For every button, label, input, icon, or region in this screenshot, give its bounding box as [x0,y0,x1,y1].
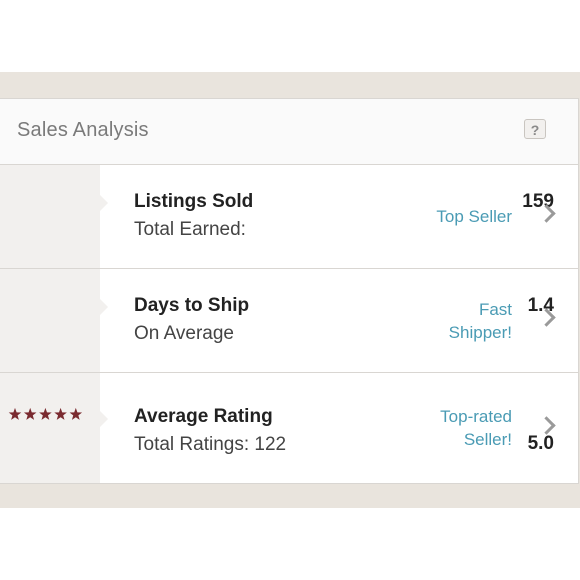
row-title: Average Rating [134,406,273,427]
page-title: Sales Analysis [17,119,149,141]
star-icon [39,407,52,420]
chevron-right-icon[interactable] [537,416,556,435]
average-rating-row[interactable]: 5.0 Average Rating Total Ratings: 122 To… [0,373,578,484]
star-icon [69,407,83,420]
badge-line: Top-rated [440,407,512,426]
row-subtitle: Total Ratings: 122 [134,434,287,455]
stat-notch [100,411,108,427]
star-rating [8,407,83,420]
stat-notch [100,299,108,315]
average-rating-value: 5.0 [527,433,554,454]
top-seller-badge[interactable]: Top Seller [436,205,512,228]
days-to-ship-row[interactable]: 1.4 Days to Ship On Average Fast Shipper… [0,269,578,373]
stat-notch [100,195,108,211]
listings-sold-row[interactable]: 159 Listings Sold Total Earned: Top Sell… [0,165,578,269]
star-icon [23,407,37,420]
star-icon [8,407,22,420]
row-subtitle: On Average [134,323,235,344]
fast-shipper-badge[interactable]: Fast Shipper! [449,298,512,344]
card-header: Sales Analysis ? [0,99,578,165]
stat-column [0,269,100,372]
sales-analysis-card: Sales Analysis ? 159 Listings Sold Total… [0,98,579,484]
row-subtitle: Total Earned: [134,219,246,240]
star-icon [54,407,67,420]
badge-line: Seller! [463,430,512,449]
row-title: Days to Ship [134,295,250,316]
redacted-amount [266,201,346,243]
stat-column [0,165,100,268]
help-button[interactable]: ? [524,119,546,139]
row-title: Listings Sold [134,191,254,212]
top-rated-seller-badge[interactable]: Top-rated Seller! [440,405,512,451]
sales-analysis-panel: Sales Analysis ? 159 Listings Sold Total… [0,72,580,508]
badge-line: Fast [478,300,512,319]
badge-line: Shipper! [448,323,512,342]
stat-column [0,373,100,483]
